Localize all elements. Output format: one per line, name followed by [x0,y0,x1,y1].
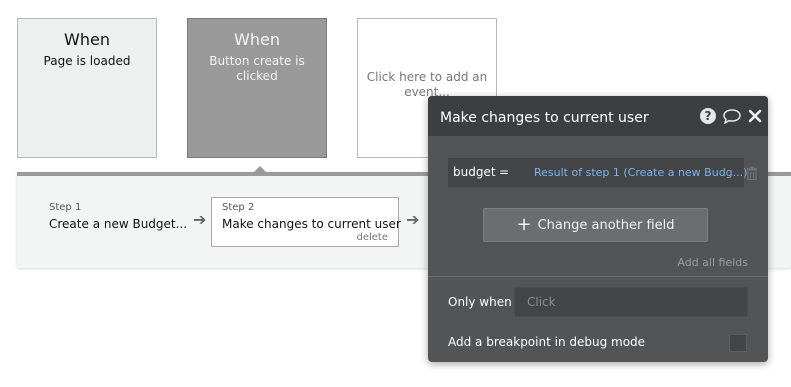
step-name: Make changes to current user [222,217,401,231]
arrow-right-icon: ➔ [193,210,207,229]
step-name: Create a new Budget... [49,217,188,231]
change-another-field-button[interactable]: + Change another field [483,208,708,242]
workflow-step-2[interactable]: Step 2 Make changes to current user dele… [211,197,401,247]
breakpoint-label: Add a breakpoint in debug mode [448,335,646,349]
only-when-label: Only when [448,295,512,309]
field-value-expression[interactable]: Result of step 1 (Create a new Budg...) [534,166,747,179]
event-subtitle: Button create is clicked [209,54,305,83]
field-name: budget [453,165,496,179]
add-all-fields-link[interactable]: Add all fields [677,256,748,269]
only-when-input[interactable]: Click [514,287,748,317]
arrow-right-icon: ➔ [406,210,420,229]
event-title: When [64,30,110,49]
help-icon[interactable]: ? [700,108,716,124]
field-assignment-row[interactable]: budget = Result of step 1 (Create a new … [448,158,747,187]
comment-icon[interactable] [722,108,742,124]
breakpoint-checkbox[interactable] [729,334,747,352]
event-title: When [234,30,280,49]
divider [428,276,768,277]
event-page-loaded[interactable]: When Page is loaded [17,18,157,158]
panel-header: Make changes to current user ? [428,96,768,136]
delete-step-link[interactable]: delete [356,232,388,243]
action-editor-panel: Make changes to current user ? budget = … [428,96,768,362]
event-button-create-clicked[interactable]: When Button create is clicked [187,18,327,158]
panel-title: Make changes to current user [440,110,649,126]
step-number: Step 1 [49,202,82,213]
change-another-field-label: Change another field [537,218,675,233]
equals-sign: = [499,165,510,179]
workflow-step-1[interactable]: Step 1 Create a new Budget... [49,202,187,232]
trash-icon[interactable] [746,165,758,184]
step-number: Step 2 [222,202,255,213]
close-icon[interactable] [748,109,762,123]
event-subtitle: Page is loaded [43,54,131,68]
plus-icon: + [516,214,532,235]
